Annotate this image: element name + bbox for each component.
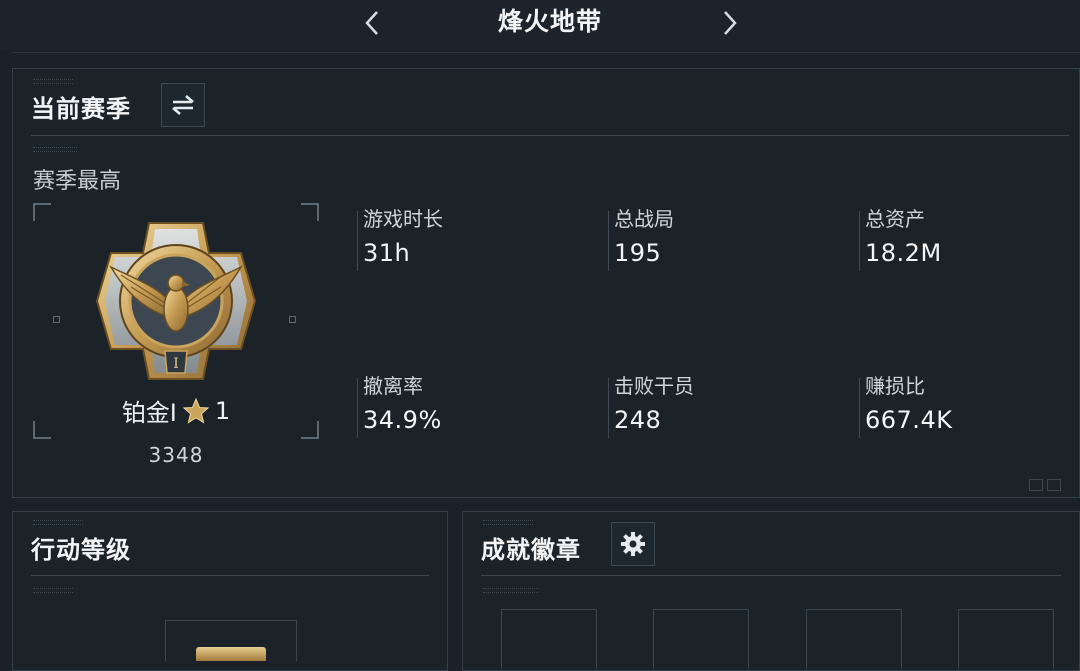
chevron-right-icon bbox=[724, 11, 737, 35]
stat-extraction-rate: 撤离率 34.9% bbox=[357, 370, 557, 440]
stat-value: 195 bbox=[614, 239, 662, 267]
level-emblem bbox=[196, 647, 266, 661]
rank-score: 3348 bbox=[148, 443, 204, 467]
achievement-badges-panel: 成就徽章 bbox=[462, 511, 1080, 671]
frame-corner bbox=[33, 203, 51, 221]
season-switch-button[interactable] bbox=[161, 83, 205, 127]
badge-slot[interactable] bbox=[958, 609, 1054, 669]
gear-icon bbox=[621, 532, 645, 556]
season-best-label: 赛季最高 bbox=[33, 169, 122, 194]
frame-dot bbox=[289, 316, 296, 323]
season-title: 当前赛季 bbox=[31, 95, 131, 123]
panel-decor bbox=[33, 520, 83, 525]
stat-value: 34.9% bbox=[363, 406, 442, 434]
panel-decor bbox=[33, 79, 73, 84]
badge-settings-button[interactable] bbox=[611, 522, 655, 566]
stat-label: 总资产 bbox=[865, 207, 925, 231]
next-mode-button[interactable] bbox=[715, 6, 745, 40]
badge-slot[interactable] bbox=[806, 609, 902, 669]
stat-total-assets: 总资产 18.2M bbox=[859, 203, 1059, 273]
badge-slot[interactable] bbox=[653, 609, 749, 669]
level-emblem-frame bbox=[165, 620, 297, 661]
star-icon bbox=[182, 397, 209, 424]
panel-decor bbox=[33, 588, 73, 593]
level-title-divider bbox=[31, 575, 429, 576]
page-title: 烽火地带 bbox=[497, 7, 602, 36]
stat-label: 击败干员 bbox=[614, 374, 694, 398]
stat-total-matches: 总战局 195 bbox=[608, 203, 808, 273]
stat-label: 总战局 bbox=[614, 207, 674, 231]
season-panel: 当前赛季 赛季最高 I 铂金Ⅰ 1 3348 游戏时长 31h 总战局 195 … bbox=[12, 68, 1080, 498]
stat-value: 18.2M bbox=[865, 239, 942, 267]
swap-icon bbox=[172, 95, 194, 115]
panel-decor bbox=[483, 520, 533, 525]
stat-profit-ratio: 赚损比 667.4K bbox=[859, 370, 1059, 440]
prev-mode-button[interactable] bbox=[357, 6, 387, 40]
rank-box: I 铂金Ⅰ 1 3348 bbox=[33, 203, 319, 467]
emblem-numeral: I bbox=[173, 356, 179, 372]
stat-label: 撤离率 bbox=[363, 374, 423, 398]
chevron-left-icon bbox=[365, 11, 378, 35]
frame-corner bbox=[301, 203, 319, 221]
rank-name: 铂金Ⅰ bbox=[121, 399, 177, 427]
stat-label: 赚损比 bbox=[865, 374, 925, 398]
panel-decor bbox=[483, 588, 539, 593]
rank-name-row: 铂金Ⅰ 1 bbox=[33, 393, 319, 428]
stat-operators-defeated: 击败干员 248 bbox=[608, 370, 808, 440]
frame-dot bbox=[53, 316, 60, 323]
stat-play-time: 游戏时长 31h bbox=[357, 203, 557, 273]
top-divider bbox=[12, 52, 1080, 53]
action-level-title: 行动等级 bbox=[31, 536, 131, 564]
badge-slot[interactable] bbox=[501, 609, 597, 669]
panel-decor bbox=[1047, 479, 1061, 491]
stat-value: 31h bbox=[363, 239, 411, 267]
badges-title-divider bbox=[481, 575, 1061, 576]
achievement-badges-title: 成就徽章 bbox=[481, 536, 581, 564]
panel-decor bbox=[1029, 479, 1043, 491]
action-level-panel: 行动等级 bbox=[12, 511, 448, 671]
platinum-rank-emblem: I bbox=[95, 222, 257, 380]
stat-label: 游戏时长 bbox=[363, 207, 443, 231]
season-title-divider bbox=[31, 135, 1069, 136]
panel-decor bbox=[33, 147, 77, 152]
rank-stars: 1 bbox=[214, 396, 231, 425]
stat-value: 667.4K bbox=[865, 406, 953, 434]
stat-value: 248 bbox=[614, 406, 662, 434]
